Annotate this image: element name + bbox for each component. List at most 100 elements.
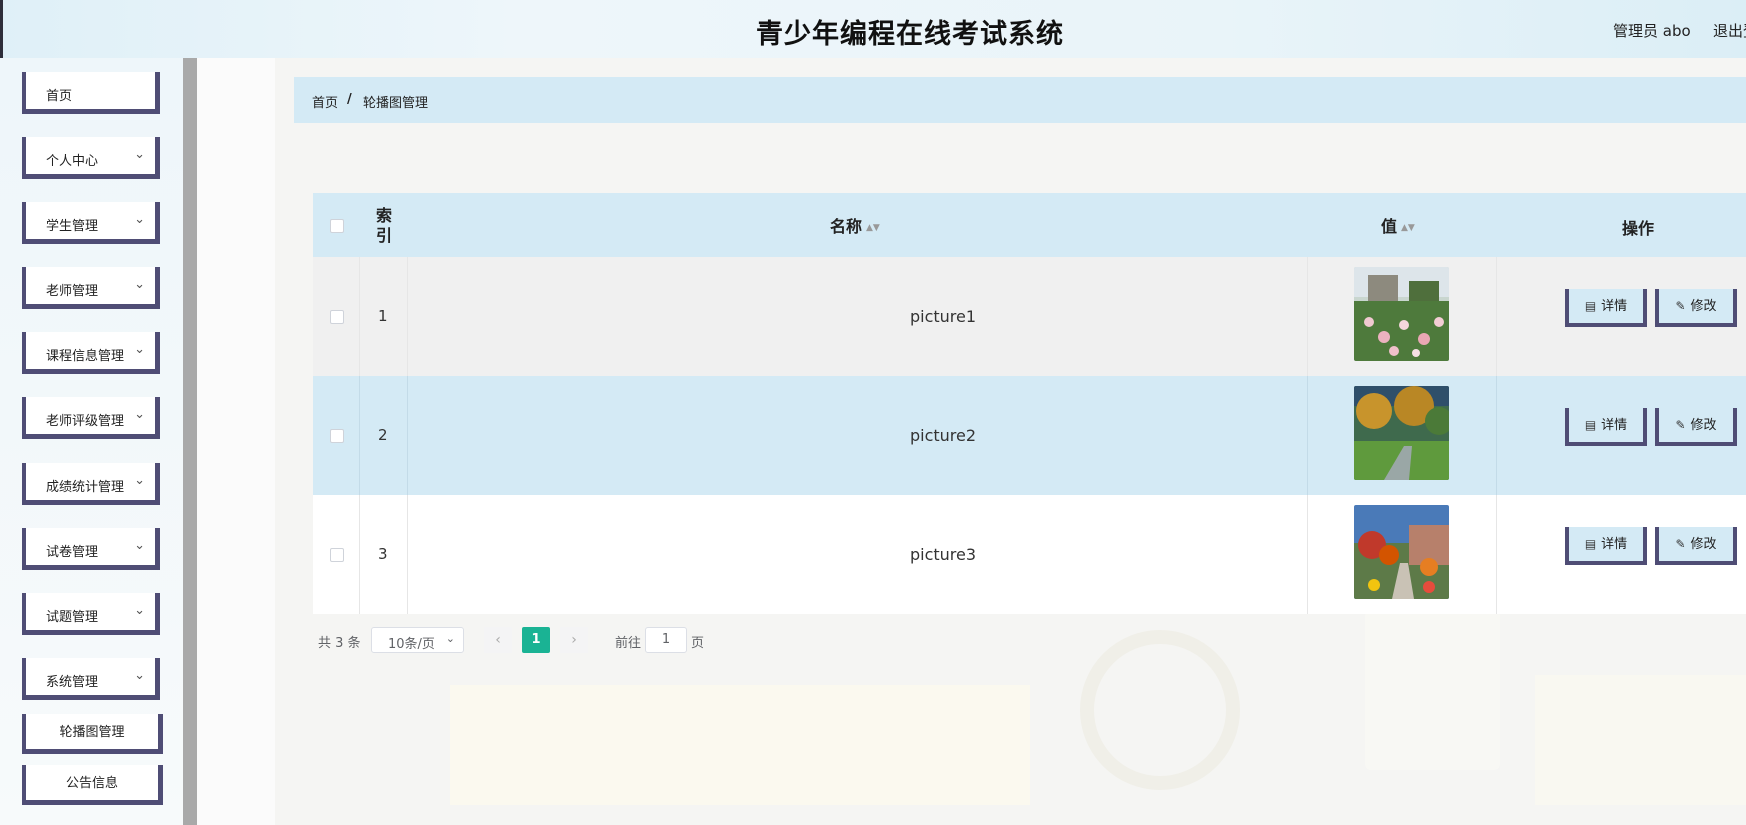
pagination-total: 共 3 条 bbox=[318, 636, 361, 651]
pencil-icon: ✎ bbox=[1675, 299, 1686, 313]
sidebar-subitem-notice[interactable]: 公告信息 bbox=[22, 765, 163, 805]
row-checkbox[interactable] bbox=[330, 548, 344, 562]
detail-button-label: 详情 bbox=[1601, 418, 1628, 433]
cell-divider bbox=[407, 257, 408, 376]
column-header-name[interactable]: 名称 ▲▼ bbox=[830, 213, 880, 237]
page-size-value: 10条/页 bbox=[388, 637, 435, 652]
decorative-ring bbox=[1080, 630, 1240, 790]
sidebar-item-courses[interactable]: 课程信息管理 ⌄ bbox=[22, 332, 160, 374]
row-index: 2 bbox=[378, 426, 388, 444]
detail-button[interactable]: ▤ 详情 bbox=[1565, 527, 1647, 565]
sidebar-item-teachers[interactable]: 老师管理 ⌄ bbox=[22, 267, 160, 309]
sidebar-item-home[interactable]: 首页 bbox=[22, 72, 160, 114]
sidebar-item-system[interactable]: 系统管理 ⌄ bbox=[22, 658, 160, 700]
row-checkbox[interactable] bbox=[330, 429, 344, 443]
decorative-box bbox=[1535, 675, 1746, 805]
detail-button-label: 详情 bbox=[1601, 537, 1628, 552]
autumn-trees-photo[interactable] bbox=[1354, 386, 1449, 480]
logout-link[interactable]: 退出登录 bbox=[1713, 20, 1746, 41]
select-all-checkbox[interactable] bbox=[330, 219, 344, 233]
table-row: 2 picture2 ▤ 详情 ✎ 修改 bbox=[313, 376, 1746, 495]
app-title: 青少年编程在线考试系统 bbox=[756, 19, 1064, 50]
top-header: 青少年编程在线考试系统 管理员 abo 退出登录 bbox=[0, 0, 1746, 58]
sidebar-item-questions[interactable]: 试题管理 ⌄ bbox=[22, 593, 160, 635]
sidebar-item-papers[interactable]: 试卷管理 ⌄ bbox=[22, 528, 160, 570]
breadcrumb-home[interactable]: 首页 bbox=[312, 92, 338, 111]
chevron-down-icon: ⌄ bbox=[134, 212, 145, 227]
sidebar-item-label: 课程信息管理 bbox=[46, 349, 125, 364]
cell-divider bbox=[407, 495, 408, 614]
sidebar-scrollbar[interactable] bbox=[183, 58, 197, 825]
sort-icon[interactable]: ▲▼ bbox=[866, 223, 880, 233]
table-header: 索引 名称 ▲▼ 值 ▲▼ 操作 bbox=[313, 193, 1746, 257]
document-icon: ▤ bbox=[1584, 299, 1597, 313]
detail-button[interactable]: ▤ 详情 bbox=[1565, 289, 1647, 327]
cell-divider bbox=[1307, 495, 1308, 614]
sidebar-item-label: 老师评级管理 bbox=[46, 414, 125, 429]
chevron-down-icon: ⌄ bbox=[134, 668, 145, 683]
row-checkbox[interactable] bbox=[330, 310, 344, 324]
detail-button-label: 详情 bbox=[1601, 299, 1628, 314]
cell-divider bbox=[359, 376, 360, 495]
detail-button[interactable]: ▤ 详情 bbox=[1565, 408, 1647, 446]
chevron-down-icon: ⌄ bbox=[134, 407, 145, 422]
decorative-box bbox=[450, 685, 1030, 805]
sidebar-item-label: 个人中心 bbox=[46, 154, 99, 169]
campus-path-photo[interactable] bbox=[1354, 505, 1449, 599]
edit-button[interactable]: ✎ 修改 bbox=[1655, 408, 1737, 446]
page-unit-label: 页 bbox=[691, 636, 705, 651]
prev-page-button[interactable]: ‹ bbox=[484, 627, 512, 653]
row-index: 3 bbox=[378, 545, 388, 563]
sidebar-item-label: 试题管理 bbox=[46, 610, 99, 625]
cell-divider bbox=[1307, 257, 1308, 376]
sidebar-item-teacher-rating[interactable]: 老师评级管理 ⌄ bbox=[22, 397, 160, 439]
goto-page-input[interactable]: 1 bbox=[645, 627, 687, 653]
column-header-index: 索引 bbox=[376, 206, 393, 245]
edit-button[interactable]: ✎ 修改 bbox=[1655, 289, 1737, 327]
page-number-current[interactable]: 1 bbox=[522, 627, 550, 653]
sidebar-item-label: 学生管理 bbox=[46, 219, 99, 234]
table-row: 1 picture1 ▤ 详情 ✎ 修改 bbox=[313, 257, 1746, 376]
page-size-select[interactable]: 10条/页 ⌄ bbox=[371, 627, 464, 653]
next-page-button[interactable]: › bbox=[560, 627, 588, 653]
column-header-value[interactable]: 值 ▲▼ bbox=[1381, 213, 1415, 237]
breadcrumb-current: 轮播图管理 bbox=[363, 96, 429, 111]
sidebar-subitem-carousel[interactable]: 轮播图管理 bbox=[22, 714, 163, 754]
sidebar-item-profile[interactable]: 个人中心 ⌄ bbox=[22, 137, 160, 179]
chevron-down-icon: ⌄ bbox=[134, 147, 145, 162]
row-name: picture2 bbox=[909, 426, 977, 445]
chevron-down-icon: ⌄ bbox=[134, 342, 145, 357]
table-row: 3 picture3 ▤ 详情 ✎ 修改 bbox=[313, 495, 1746, 614]
chevron-down-icon: ⌄ bbox=[134, 603, 145, 618]
current-user: 管理员 abo bbox=[1613, 22, 1691, 40]
sidebar-item-grade-stats[interactable]: 成绩统计管理 ⌄ bbox=[22, 463, 160, 505]
column-header-name-label: 名称 bbox=[830, 217, 863, 236]
cell-divider bbox=[407, 376, 408, 495]
sidebar-item-label: 系统管理 bbox=[46, 675, 99, 690]
breadcrumb: 首页 / 轮播图管理 bbox=[294, 77, 1746, 123]
cell-divider bbox=[1496, 495, 1497, 614]
pencil-icon: ✎ bbox=[1675, 537, 1686, 551]
row-index: 1 bbox=[378, 307, 388, 325]
edit-button-label: 修改 bbox=[1690, 418, 1717, 433]
cell-divider bbox=[1496, 376, 1497, 495]
row-name: picture1 bbox=[909, 307, 977, 326]
garden-flowers-photo[interactable] bbox=[1354, 267, 1449, 361]
sort-icon[interactable]: ▲▼ bbox=[1401, 223, 1415, 233]
goto-label: 前往 bbox=[615, 636, 642, 651]
cell-divider bbox=[1307, 376, 1308, 495]
document-icon: ▤ bbox=[1584, 537, 1597, 551]
edit-button[interactable]: ✎ 修改 bbox=[1655, 527, 1737, 565]
sidebar-item-label: 老师管理 bbox=[46, 284, 99, 299]
breadcrumb-separator: / bbox=[347, 92, 352, 107]
column-header-actions: 操作 bbox=[1622, 219, 1655, 238]
cell-divider bbox=[359, 257, 360, 376]
chevron-down-icon: ⌄ bbox=[134, 277, 145, 292]
row-name: picture3 bbox=[909, 545, 977, 564]
sidebar-item-students[interactable]: 学生管理 ⌄ bbox=[22, 202, 160, 244]
sidebar-item-label: 试卷管理 bbox=[46, 545, 99, 560]
document-icon: ▤ bbox=[1584, 418, 1597, 432]
pencil-icon: ✎ bbox=[1675, 418, 1686, 432]
column-header-value-label: 值 bbox=[1381, 217, 1398, 236]
edit-button-label: 修改 bbox=[1690, 537, 1717, 552]
